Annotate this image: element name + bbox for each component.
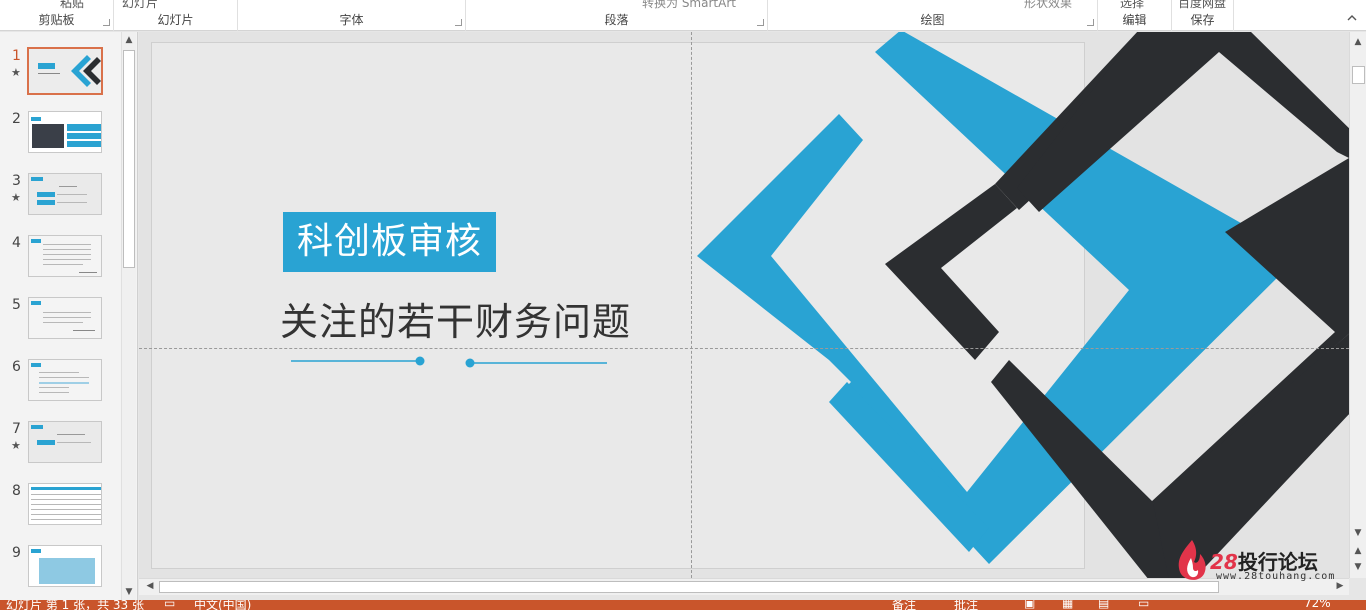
shape-effects-label[interactable]: 形状效果 — [1024, 0, 1072, 11]
previous-slide-icon[interactable]: ▲ — [1353, 546, 1363, 556]
thumbnail-slide-7[interactable]: 7 ★ — [0, 421, 120, 473]
watermark-url: www.28touhang.com — [1216, 571, 1336, 582]
scrollbar-thumb[interactable] — [159, 581, 1219, 593]
slide-number: 5 — [12, 297, 21, 313]
slide-horizontal-scrollbar[interactable]: ◀ ▶ — [139, 578, 1349, 595]
ribbon-group-paragraph[interactable]: 转换为 SmartArt 段落 — [466, 0, 768, 31]
status-bar: 幻灯片 第 1 张，共 33 张 ▭ 中文(中国) 备注 批注 ▣ ▦ ▤ ▭ … — [0, 600, 1366, 610]
thumbnail-image[interactable] — [28, 111, 102, 153]
thumbnail-slide-6[interactable]: 6 — [0, 359, 120, 411]
slide-vertical-scrollbar[interactable]: ▲ ▼ ▲ ▼ — [1349, 32, 1366, 578]
flame-icon — [1178, 540, 1206, 580]
animation-star-icon: ★ — [11, 66, 21, 79]
reading-view-icon[interactable]: ▤ — [1098, 600, 1109, 610]
scroll-up-icon[interactable]: ▲ — [1353, 37, 1363, 47]
ribbon-group-label: 字体 — [339, 13, 364, 27]
ribbon-group-slides[interactable]: 幻灯片 幻灯片 — [114, 0, 238, 31]
thumbnail-slide-2[interactable]: 2 — [0, 111, 120, 163]
ribbon-group-label: 剪贴板 — [38, 13, 75, 27]
ribbon-group-font[interactable]: 字体 — [238, 0, 466, 31]
thumbnail-image[interactable] — [28, 297, 102, 339]
select-label[interactable]: 选择 — [1120, 0, 1144, 11]
thumbnail-slide-8[interactable]: 8 — [0, 483, 120, 535]
slide-counter: 幻灯片 第 1 张，共 33 张 — [6, 600, 144, 610]
horizontal-guide[interactable] — [139, 348, 1349, 349]
smartart-label[interactable]: 转换为 SmartArt — [642, 0, 736, 11]
slide-number: 3 — [12, 173, 21, 189]
notes-button[interactable]: 备注 — [892, 600, 916, 610]
scrollbar-thumb[interactable] — [123, 50, 135, 268]
collapse-ribbon-icon[interactable] — [1346, 12, 1358, 24]
thumbnail-image[interactable] — [28, 173, 102, 215]
dialog-launcher-icon[interactable] — [757, 19, 764, 26]
accent-dot-icon — [415, 356, 425, 366]
ribbon-group-label: 保存 — [1190, 13, 1215, 27]
paste-label[interactable]: 粘贴 — [60, 0, 84, 11]
ribbon-group-label: 段落 — [604, 13, 629, 27]
animation-star-icon: ★ — [11, 191, 21, 204]
slide-number: 6 — [12, 359, 21, 375]
thumbnail-image[interactable] — [28, 235, 102, 277]
ribbon-group-drawing[interactable]: 形状效果 绘图 — [768, 0, 1098, 31]
dialog-launcher-icon[interactable] — [103, 19, 110, 26]
normal-view-icon[interactable]: ▣ — [1024, 600, 1035, 610]
spell-check-icon[interactable]: ▭ — [164, 600, 175, 610]
ribbon: 粘贴 剪贴板 幻灯片 幻灯片 字体 转换为 SmartArt 段落 形状效果 绘… — [0, 0, 1366, 31]
thumbnail-slide-9[interactable]: 9 — [0, 545, 120, 597]
comments-button[interactable]: 批注 — [954, 600, 978, 610]
slide-editing-area[interactable]: 科创板审核 关注的若干财务问题 — [139, 32, 1349, 578]
accent-dot-icon — [465, 358, 475, 368]
ribbon-group-label: 绘图 — [920, 13, 945, 27]
slide-number: 2 — [12, 111, 21, 127]
baidu-netdisk-label[interactable]: 百度网盘 — [1178, 0, 1226, 11]
slide-number: 8 — [12, 483, 21, 499]
thumbnail-slide-3[interactable]: 3 ★ — [0, 173, 120, 225]
thumbnail-slide-5[interactable]: 5 — [0, 297, 120, 349]
watermark-logo: 28投行论坛 www.28touhang.com — [1174, 538, 1354, 586]
thumbnail-image[interactable] — [28, 359, 102, 401]
new-slide-label[interactable]: 幻灯片 — [122, 0, 158, 11]
thumbnail-slide-1[interactable]: 1 ★ — [0, 47, 120, 100]
slide-number: 4 — [12, 235, 21, 251]
thumbnail-slide-4[interactable]: 4 — [0, 235, 120, 287]
scroll-up-icon[interactable]: ▲ — [124, 35, 134, 45]
ribbon-group-save[interactable]: 百度网盘 保存 — [1172, 0, 1234, 31]
slideshow-icon[interactable]: ▭ — [1138, 600, 1149, 610]
language-indicator[interactable]: 中文(中国) — [194, 600, 251, 610]
scrollbar-thumb[interactable] — [1352, 66, 1365, 84]
ribbon-group-label: 编辑 — [1122, 13, 1147, 27]
slide-number: 1 — [12, 48, 21, 64]
thumbnail-image[interactable] — [28, 545, 102, 587]
scroll-down-icon[interactable]: ▼ — [124, 587, 134, 597]
ribbon-group-label: 幻灯片 — [157, 13, 194, 27]
animation-star-icon: ★ — [11, 439, 21, 452]
dialog-launcher-icon[interactable] — [455, 19, 462, 26]
zoom-level[interactable]: 72% — [1304, 600, 1331, 610]
thumbnail-image[interactable] — [28, 483, 102, 525]
scroll-left-icon[interactable]: ◀ — [145, 581, 155, 591]
scroll-down-icon[interactable]: ▼ — [1353, 528, 1363, 538]
next-slide-icon[interactable]: ▼ — [1353, 562, 1363, 572]
dark-bracket-shape — [885, 184, 1017, 360]
ribbon-group-editing[interactable]: 选择 编辑 — [1098, 0, 1172, 31]
slide-number: 7 — [12, 421, 21, 437]
thumbnail-scrollbar[interactable]: ▲ ▼ — [121, 32, 136, 600]
slide-number: 9 — [12, 545, 21, 561]
slide-sorter-icon[interactable]: ▦ — [1062, 600, 1073, 610]
slide-thumbnail-pane[interactable]: 1 ★ 2 3 ★ 4 5 6 7 ★ 8 9 — [0, 32, 138, 600]
decorative-shapes[interactable] — [139, 32, 1349, 578]
vertical-guide[interactable] — [691, 32, 692, 578]
ribbon-group-clipboard[interactable]: 粘贴 剪贴板 — [0, 0, 114, 31]
thumbnail-image[interactable] — [28, 421, 102, 463]
thumbnail-image[interactable] — [27, 47, 103, 95]
dialog-launcher-icon[interactable] — [1087, 19, 1094, 26]
